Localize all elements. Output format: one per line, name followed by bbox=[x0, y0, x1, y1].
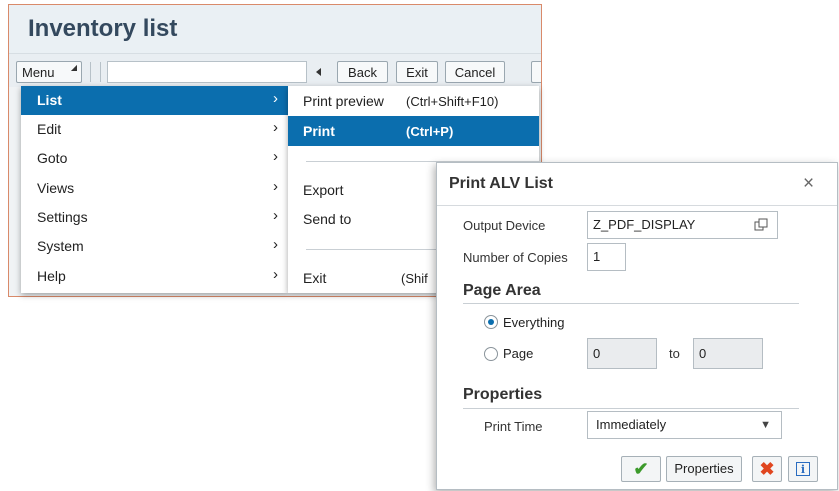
collapse-left-icon[interactable] bbox=[316, 68, 321, 76]
dialog-title: Print ALV List bbox=[449, 175, 553, 192]
cancel-button[interactable]: Cancel bbox=[445, 61, 505, 83]
page-label: Page bbox=[503, 346, 534, 361]
chevron-down-icon: ▼ bbox=[760, 419, 771, 431]
everything-radio[interactable] bbox=[484, 315, 498, 329]
chevron-right-icon: › bbox=[273, 148, 278, 165]
properties-title: Properties bbox=[463, 386, 543, 403]
cancel-x-icon: ✖ bbox=[759, 459, 775, 479]
main-menu: List › Edit › Goto › Views › Settings › … bbox=[21, 86, 288, 293]
menu-item-help[interactable]: Help › bbox=[21, 262, 288, 291]
everything-label: Everything bbox=[503, 315, 565, 330]
submenu-item-label: Export bbox=[303, 182, 344, 198]
back-button[interactable]: Back bbox=[337, 61, 388, 83]
print-time-label: Print Time bbox=[484, 419, 543, 434]
chevron-right-icon: › bbox=[273, 266, 278, 283]
output-device-label: Output Device bbox=[463, 218, 546, 233]
submenu-item-shortcut: (Shif bbox=[401, 271, 428, 286]
menu-item-label: Goto bbox=[37, 150, 68, 166]
chevron-right-icon: › bbox=[273, 207, 278, 224]
output-device-value: Z_PDF_DISPLAY bbox=[593, 217, 696, 232]
properties-button[interactable]: Properties bbox=[666, 456, 742, 482]
exit-button[interactable]: Exit bbox=[396, 61, 438, 83]
to-label: to bbox=[669, 346, 680, 361]
menu-item-label: System bbox=[37, 238, 84, 254]
title-bar: Inventory list bbox=[9, 5, 541, 53]
section-divider bbox=[463, 408, 799, 409]
menu-caret-icon: ◢ bbox=[70, 63, 77, 72]
toolbar: Menu ◢ Back Exit Cancel bbox=[9, 53, 541, 88]
page-title: Inventory list bbox=[28, 15, 178, 42]
submenu-item-shortcut: (Ctrl+Shift+F10) bbox=[406, 94, 499, 109]
menu-item-label: Settings bbox=[37, 209, 88, 225]
copy-icon[interactable] bbox=[754, 218, 768, 232]
menu-item-list[interactable]: List › bbox=[21, 86, 288, 115]
page-area-title: Page Area bbox=[463, 282, 541, 299]
menu-item-label: List bbox=[37, 92, 62, 108]
menu-item-settings[interactable]: Settings › bbox=[21, 203, 288, 232]
submenu-item-print-preview[interactable]: Print preview (Ctrl+Shift+F10) bbox=[288, 86, 539, 116]
toolbar-separator bbox=[90, 62, 91, 82]
chevron-right-icon: › bbox=[273, 119, 278, 136]
cancel-dialog-button[interactable]: ✖ bbox=[752, 456, 782, 482]
menu-item-label: Edit bbox=[37, 121, 62, 137]
page-to-value: 0 bbox=[699, 346, 707, 361]
info-button[interactable]: i bbox=[788, 456, 818, 482]
close-icon[interactable]: × bbox=[803, 173, 814, 195]
chevron-right-icon: › bbox=[273, 178, 278, 195]
copies-label: Number of Copies bbox=[463, 250, 568, 265]
submenu-item-label: Exit bbox=[303, 270, 327, 286]
copies-field[interactable]: 1 bbox=[587, 243, 626, 271]
page-from-value: 0 bbox=[593, 346, 601, 361]
copies-value: 1 bbox=[593, 249, 601, 264]
submenu-item-print[interactable]: Print (Ctrl+P) bbox=[288, 116, 539, 146]
menu-button-label: Menu bbox=[22, 65, 55, 80]
output-device-field[interactable]: Z_PDF_DISPLAY bbox=[587, 211, 778, 239]
submenu-item-label: Send to bbox=[303, 211, 352, 227]
menu-item-label: Views bbox=[37, 180, 75, 196]
submenu-item-shortcut: (Ctrl+P) bbox=[406, 124, 454, 139]
submenu-item-label: Print bbox=[303, 123, 335, 139]
print-time-value: Immediately bbox=[596, 417, 667, 432]
chevron-right-icon: › bbox=[273, 236, 278, 253]
page-to-field[interactable]: 0 bbox=[693, 338, 763, 369]
dialog-header-divider bbox=[437, 205, 837, 206]
submenu-item-label: Print preview bbox=[303, 93, 384, 109]
menu-item-label: Help bbox=[37, 268, 66, 284]
chevron-right-icon: › bbox=[273, 90, 278, 107]
menu-item-system[interactable]: System › bbox=[21, 232, 288, 261]
ok-button[interactable]: ✔ bbox=[621, 456, 661, 482]
menu-button[interactable]: Menu ◢ bbox=[16, 61, 82, 83]
page-radio[interactable] bbox=[484, 347, 498, 361]
menu-item-goto[interactable]: Goto › bbox=[21, 144, 288, 173]
print-time-select[interactable]: Immediately ▼ bbox=[587, 411, 782, 439]
section-divider bbox=[463, 303, 799, 304]
menu-item-edit[interactable]: Edit › bbox=[21, 115, 288, 144]
info-icon: i bbox=[796, 462, 810, 476]
menu-item-views[interactable]: Views › bbox=[21, 174, 288, 203]
toolbar-overflow-button[interactable] bbox=[531, 61, 541, 83]
checkmark-icon: ✔ bbox=[633, 459, 649, 479]
toolbar-separator bbox=[100, 62, 101, 82]
page-from-field[interactable]: 0 bbox=[587, 338, 657, 369]
command-field[interactable] bbox=[107, 61, 307, 83]
